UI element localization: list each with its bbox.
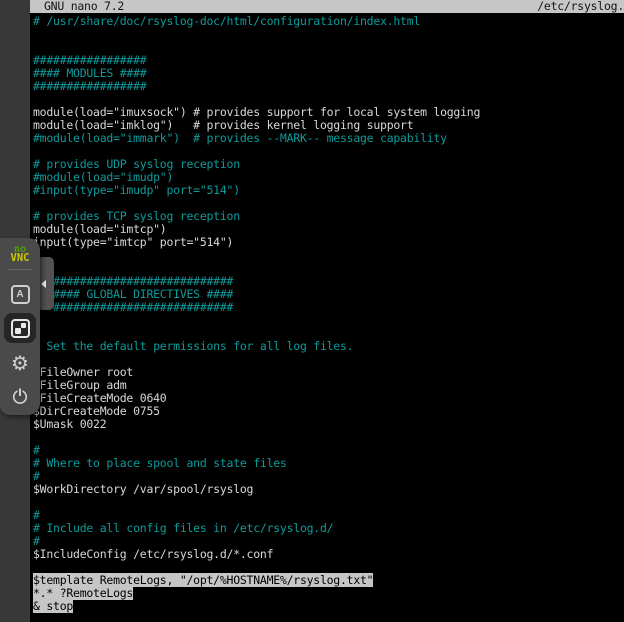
terminal-line: $DirCreateMode 0755 <box>33 405 624 418</box>
terminal-line: & stop <box>33 600 624 613</box>
nano-titlebar: GNU nano 7.2 /etc/rsyslog. <box>30 0 624 13</box>
nano-app-title: GNU nano 7.2 <box>44 0 124 13</box>
screen: GNU nano 7.2 /etc/rsyslog. # /usr/share/… <box>0 0 624 622</box>
keyboard-button[interactable]: A <box>4 281 36 307</box>
gear-icon: ⚙ <box>11 351 29 375</box>
terminal-line <box>33 496 624 509</box>
power-button[interactable] <box>4 383 36 409</box>
fullscreen-icon <box>11 319 30 338</box>
terminal-line: #input(type="imudp" port="514") <box>33 184 624 197</box>
nano-file-path: /etc/rsyslog. <box>537 0 624 13</box>
fullscreen-button[interactable] <box>4 313 36 343</box>
terminal-line: $Umask 0022 <box>33 418 624 431</box>
terminal-line: ################# <box>33 80 624 93</box>
terminal-line <box>33 249 624 262</box>
fullscreen-icon-square-top <box>21 323 26 328</box>
power-icon <box>10 386 30 406</box>
terminal-line: $IncludeConfig /etc/rsyslog.d/*.conf <box>33 548 624 561</box>
settings-button[interactable]: ⚙ <box>4 350 36 376</box>
terminal-line: # Where to place spool and state files <box>33 457 624 470</box>
terminal-line: # /usr/share/doc/rsyslog-doc/html/config… <box>33 15 624 28</box>
keyboard-icon: A <box>11 285 30 304</box>
terminal-line <box>33 28 624 41</box>
fullscreen-icon-square-bottom <box>15 328 21 334</box>
terminal-line: ########################### <box>33 301 624 314</box>
terminal-line: # Set the default permissions for all lo… <box>33 340 624 353</box>
terminal-content[interactable]: # /usr/share/doc/rsyslog-doc/html/config… <box>30 13 624 613</box>
terminal-line: *.* ?RemoteLogs <box>33 587 624 600</box>
terminal-line: #module(load="immark") # provides --MARK… <box>33 132 624 145</box>
vnc-control-panel: no VNC A ⚙ <box>0 238 40 415</box>
terminal-line: # Include all config files in /etc/rsysl… <box>33 522 624 535</box>
terminal-line: $WorkDirectory /var/spool/rsyslog <box>33 483 624 496</box>
terminal-line <box>33 431 624 444</box>
terminal-line: input(type="imtcp" port="514") <box>33 236 624 249</box>
panel-divider <box>7 269 33 270</box>
terminal[interactable]: GNU nano 7.2 /etc/rsyslog. # /usr/share/… <box>30 0 624 622</box>
novnc-logo-vnc: VNC <box>11 254 30 263</box>
terminal-line <box>33 314 624 327</box>
novnc-logo: no VNC <box>11 245 30 263</box>
collapse-arrow-icon <box>41 280 46 288</box>
